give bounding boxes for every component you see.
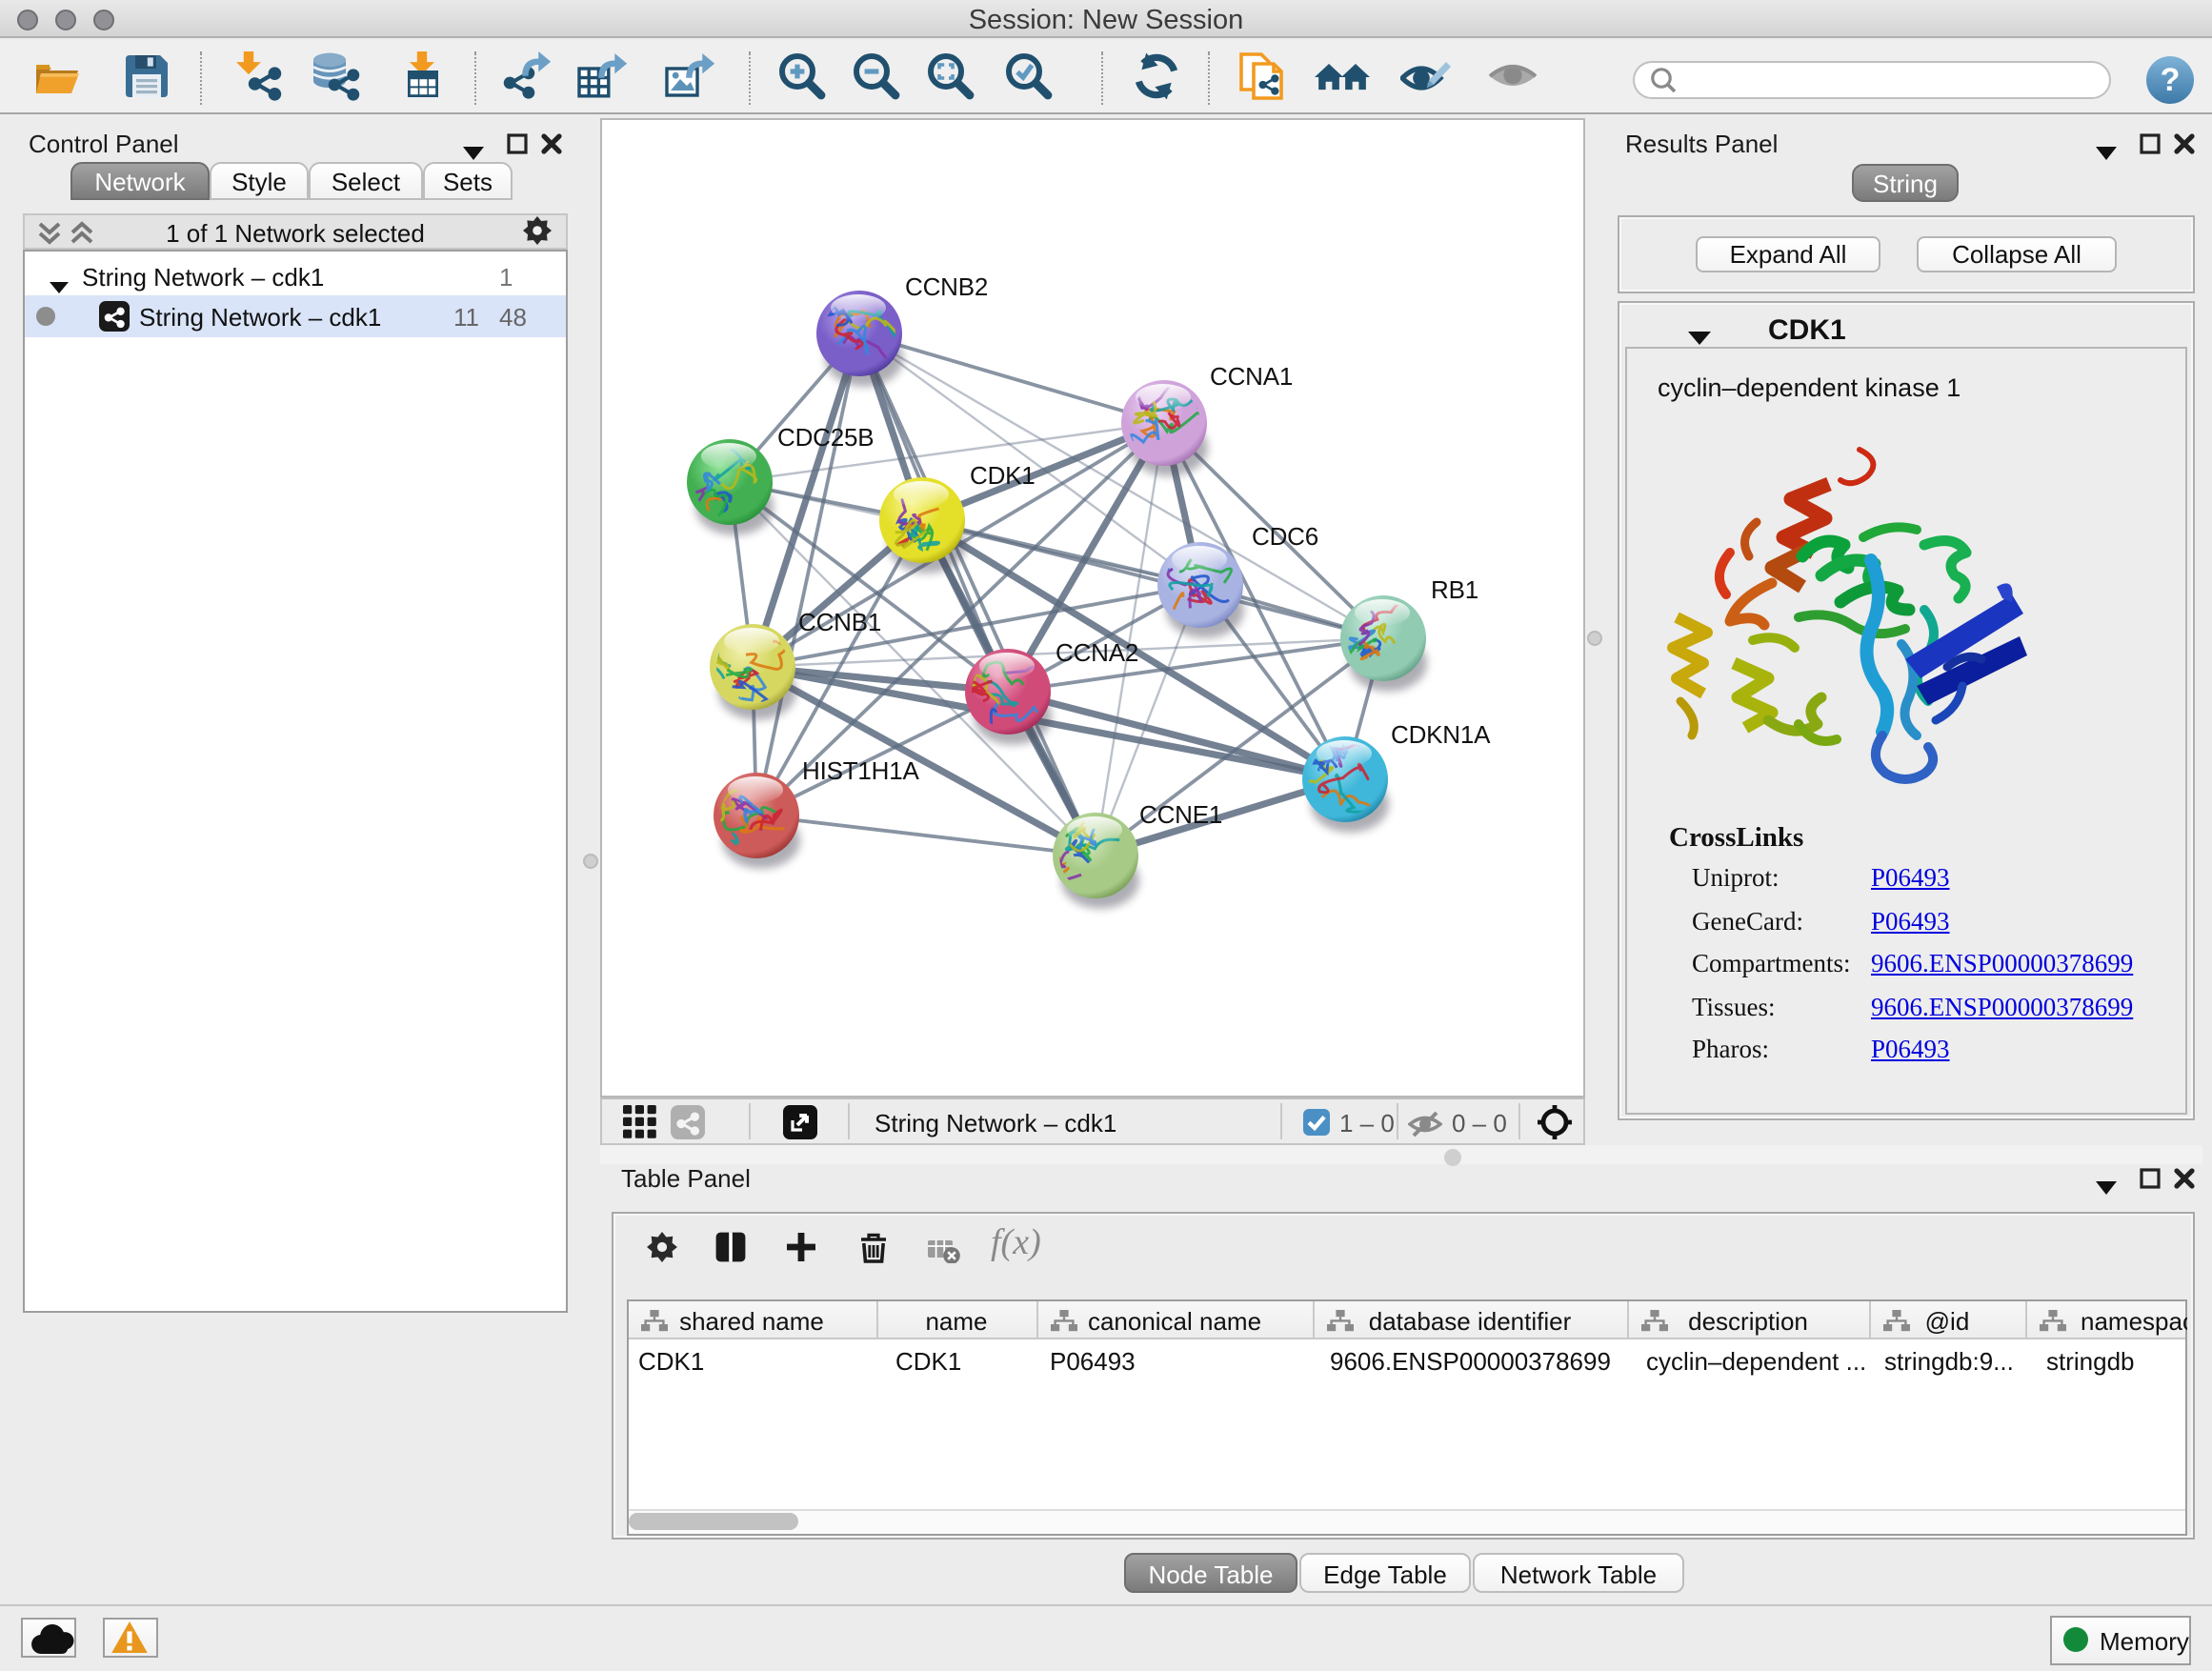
svg-text:HIST1H1A: HIST1H1A: [802, 756, 920, 785]
svg-text:CCNA1: CCNA1: [1210, 362, 1293, 391]
svg-text:CCNB2: CCNB2: [905, 272, 988, 301]
svg-text:CCNB1: CCNB1: [798, 608, 881, 636]
svg-text:CDC25B: CDC25B: [777, 423, 874, 452]
svg-text:RB1: RB1: [1431, 575, 1478, 604]
svg-text:CCNA2: CCNA2: [1056, 638, 1138, 667]
svg-text:CDC6: CDC6: [1252, 522, 1318, 551]
svg-text:CCNE1: CCNE1: [1139, 800, 1222, 829]
svg-text:CDKN1A: CDKN1A: [1391, 720, 1491, 749]
svg-text:?: ?: [2161, 62, 2181, 98]
svg-text:CDK1: CDK1: [970, 461, 1036, 490]
